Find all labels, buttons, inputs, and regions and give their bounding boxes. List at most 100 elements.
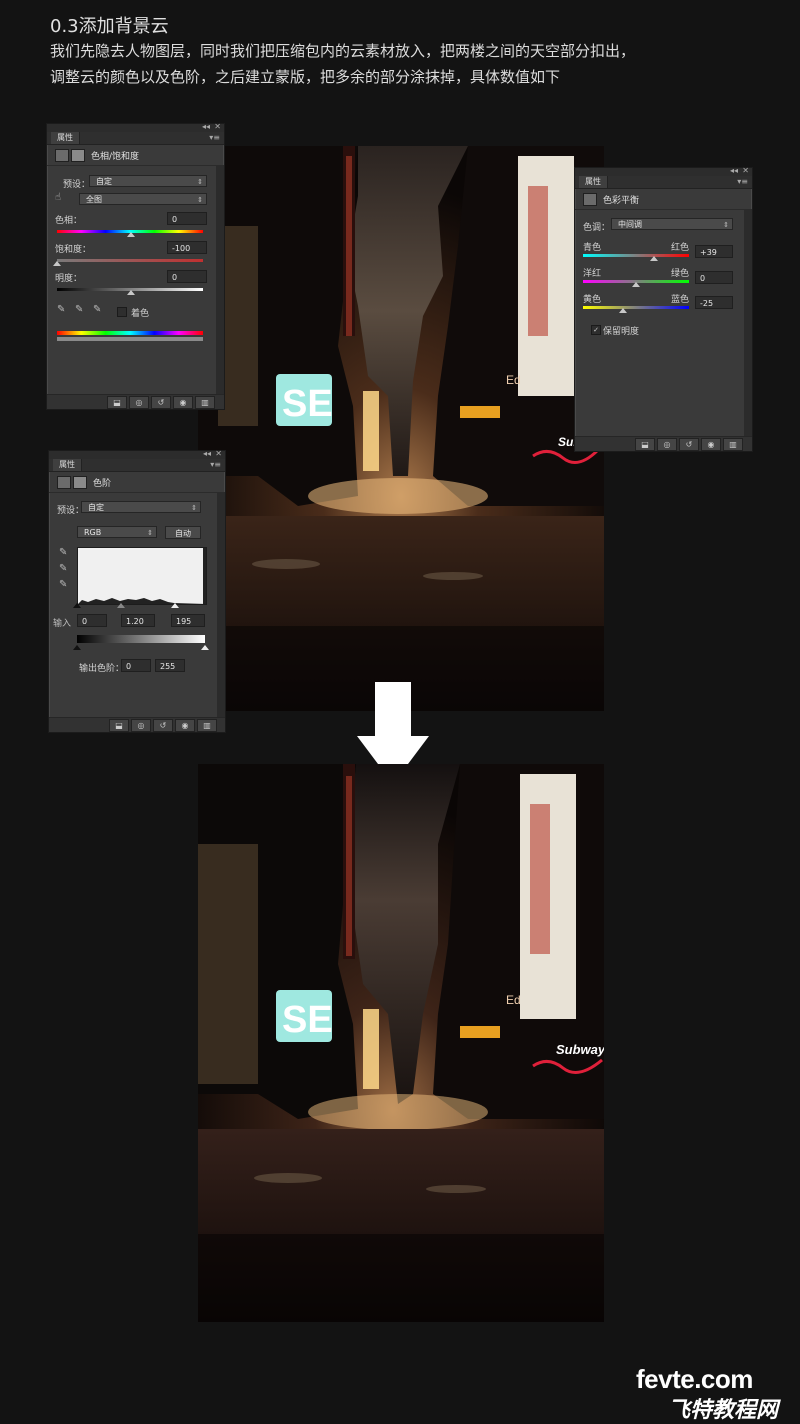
- eyedropper-minus-icon[interactable]: ✎: [93, 304, 101, 315]
- description-line-2: 调整云的颜色以及色阶，之后建立蒙版，把多余的部分涂抹掉，具体数值如下: [50, 68, 561, 86]
- sign-ed: Ed: [506, 993, 521, 1007]
- lightness-slider-thumb[interactable]: [127, 290, 135, 295]
- sign-se-text: SE: [282, 999, 333, 1041]
- magenta-green-input[interactable]: 0: [695, 271, 733, 284]
- billboard-face-left: [198, 844, 258, 1084]
- reset-icon[interactable]: ↺: [679, 438, 699, 451]
- collapse-icon[interactable]: ◂◂: [202, 122, 210, 131]
- output-levels-label: 输出色阶：: [79, 664, 125, 674]
- mask-icon[interactable]: [73, 476, 87, 489]
- colorize-checkbox[interactable]: [117, 307, 127, 317]
- output-white-field[interactable]: 255: [155, 659, 185, 672]
- trash-icon[interactable]: ▥: [723, 438, 743, 451]
- green-label: 绿色: [671, 269, 690, 279]
- down-arrow-stem: [375, 682, 411, 738]
- yellow-label: 黄色: [583, 295, 602, 305]
- clip-layer-icon[interactable]: ⬓: [109, 719, 129, 732]
- visibility-eye-icon[interactable]: ◉: [175, 719, 195, 732]
- eyedropper-plus-icon[interactable]: ✎: [75, 304, 83, 315]
- black-point-eyedropper-icon[interactable]: ✎: [59, 547, 67, 558]
- white-point-eyedropper-icon[interactable]: ✎: [59, 579, 67, 590]
- yellow-blue-input[interactable]: -25: [695, 296, 733, 309]
- channel-select[interactable]: 全图 ⇕: [79, 193, 207, 205]
- section-heading: 0.3添加背景云: [50, 16, 169, 37]
- yellow-blue-slider[interactable]: [583, 306, 689, 309]
- magenta-green-slider-thumb[interactable]: [632, 282, 640, 287]
- view-previous-icon[interactable]: ◎: [657, 438, 677, 451]
- trash-icon[interactable]: ▥: [195, 396, 215, 409]
- sign-ed: Ed: [506, 373, 521, 387]
- eyedropper-icon[interactable]: ✎: [57, 304, 65, 315]
- panel-title: 色彩平衡: [603, 196, 640, 206]
- visibility-eye-icon[interactable]: ◉: [701, 438, 721, 451]
- yellow-blue-slider-thumb[interactable]: [619, 308, 627, 313]
- collapse-icon[interactable]: ◂◂: [203, 449, 211, 458]
- red-label: 红色: [671, 243, 690, 253]
- hue-input[interactable]: 0: [167, 212, 207, 225]
- input-white-field[interactable]: 195: [171, 614, 205, 627]
- input-black-slider[interactable]: [73, 603, 81, 608]
- scene-image-before: SE Ed Subway: [198, 146, 604, 711]
- adjustment-icon: [55, 149, 69, 162]
- panel-menu-icon[interactable]: ▾≡: [210, 460, 221, 469]
- watermark-domain: fevte.com: [636, 1364, 753, 1394]
- sign-subway: Subway: [556, 1042, 604, 1057]
- cyan-red-slider[interactable]: [583, 254, 689, 257]
- balance-scale-icon: [583, 193, 597, 206]
- close-icon[interactable]: ✕: [215, 449, 222, 458]
- trash-icon[interactable]: ▥: [197, 719, 217, 732]
- panel-scrollbar[interactable]: [744, 210, 752, 436]
- saturation-slider-thumb[interactable]: [53, 261, 61, 266]
- preserve-luminosity-label: 保留明度: [603, 327, 640, 337]
- reset-icon[interactable]: ↺: [153, 719, 173, 732]
- preset-label: 预设：: [63, 180, 91, 190]
- blue-label: 蓝色: [671, 295, 690, 305]
- input-white-slider[interactable]: [171, 603, 179, 608]
- input-gamma-slider[interactable]: [117, 603, 125, 608]
- spectrum-bar-top: [57, 331, 203, 335]
- collapse-icon[interactable]: ◂◂: [730, 166, 738, 175]
- reset-icon[interactable]: ↺: [151, 396, 171, 409]
- visibility-eye-icon[interactable]: ◉: [173, 396, 193, 409]
- mask-icon[interactable]: [71, 149, 85, 162]
- output-white-slider[interactable]: [201, 645, 209, 650]
- input-black-field[interactable]: 0: [77, 614, 107, 627]
- close-icon[interactable]: ✕: [214, 122, 221, 131]
- tab-properties[interactable]: 属性: [579, 176, 608, 188]
- auto-button[interactable]: 自动: [165, 526, 201, 539]
- panel-scrollbar[interactable]: [217, 493, 225, 717]
- tab-properties[interactable]: 属性: [51, 132, 80, 144]
- view-previous-icon[interactable]: ◎: [131, 719, 151, 732]
- cyan-red-input[interactable]: +39: [695, 245, 733, 258]
- saturation-slider[interactable]: [57, 259, 203, 262]
- watermark-site-name: 飞特教程网: [668, 1398, 779, 1423]
- clip-layer-icon[interactable]: ⬓: [107, 396, 127, 409]
- view-previous-icon[interactable]: ◎: [129, 396, 149, 409]
- output-black-slider[interactable]: [73, 645, 81, 650]
- channel-select[interactable]: RGB ⇕: [77, 526, 157, 538]
- tab-properties[interactable]: 属性: [53, 459, 82, 471]
- preset-select[interactable]: 自定 ⇕: [81, 501, 201, 513]
- panel-scrollbar[interactable]: [216, 166, 224, 394]
- levels-histogram: [77, 547, 207, 605]
- lightness-input[interactable]: 0: [167, 270, 207, 283]
- tone-label: 色调：: [583, 223, 611, 233]
- output-gradient-bar: [77, 635, 205, 643]
- preset-select[interactable]: 自定 ⇕: [89, 175, 207, 187]
- hue-slider-thumb[interactable]: [127, 232, 135, 237]
- preset-label: 预设：: [57, 506, 85, 516]
- panel-menu-icon[interactable]: ▾≡: [209, 133, 220, 142]
- gray-point-eyedropper-icon[interactable]: ✎: [59, 563, 67, 574]
- levels-panel: ◂◂ ✕ 属性 ▾≡ 色阶 预设： 自定 ⇕ RGB ⇕ 自动 ✎ ✎ ✎ 输入 0 …: [48, 449, 226, 733]
- output-black-field[interactable]: 0: [121, 659, 151, 672]
- saturation-input[interactable]: -100: [167, 241, 207, 254]
- cyan-red-slider-thumb[interactable]: [650, 256, 658, 261]
- tone-select[interactable]: 中间调 ⇕: [611, 218, 733, 230]
- hand-tool-icon[interactable]: ☝: [55, 192, 61, 203]
- preserve-luminosity-checkbox[interactable]: ✓: [591, 325, 601, 335]
- clip-layer-icon[interactable]: ⬓: [635, 438, 655, 451]
- input-gamma-field[interactable]: 1.20: [121, 614, 155, 627]
- scene-image-after: SE Ed Subway: [198, 764, 604, 1322]
- close-icon[interactable]: ✕: [742, 166, 749, 175]
- panel-menu-icon[interactable]: ▾≡: [737, 177, 748, 186]
